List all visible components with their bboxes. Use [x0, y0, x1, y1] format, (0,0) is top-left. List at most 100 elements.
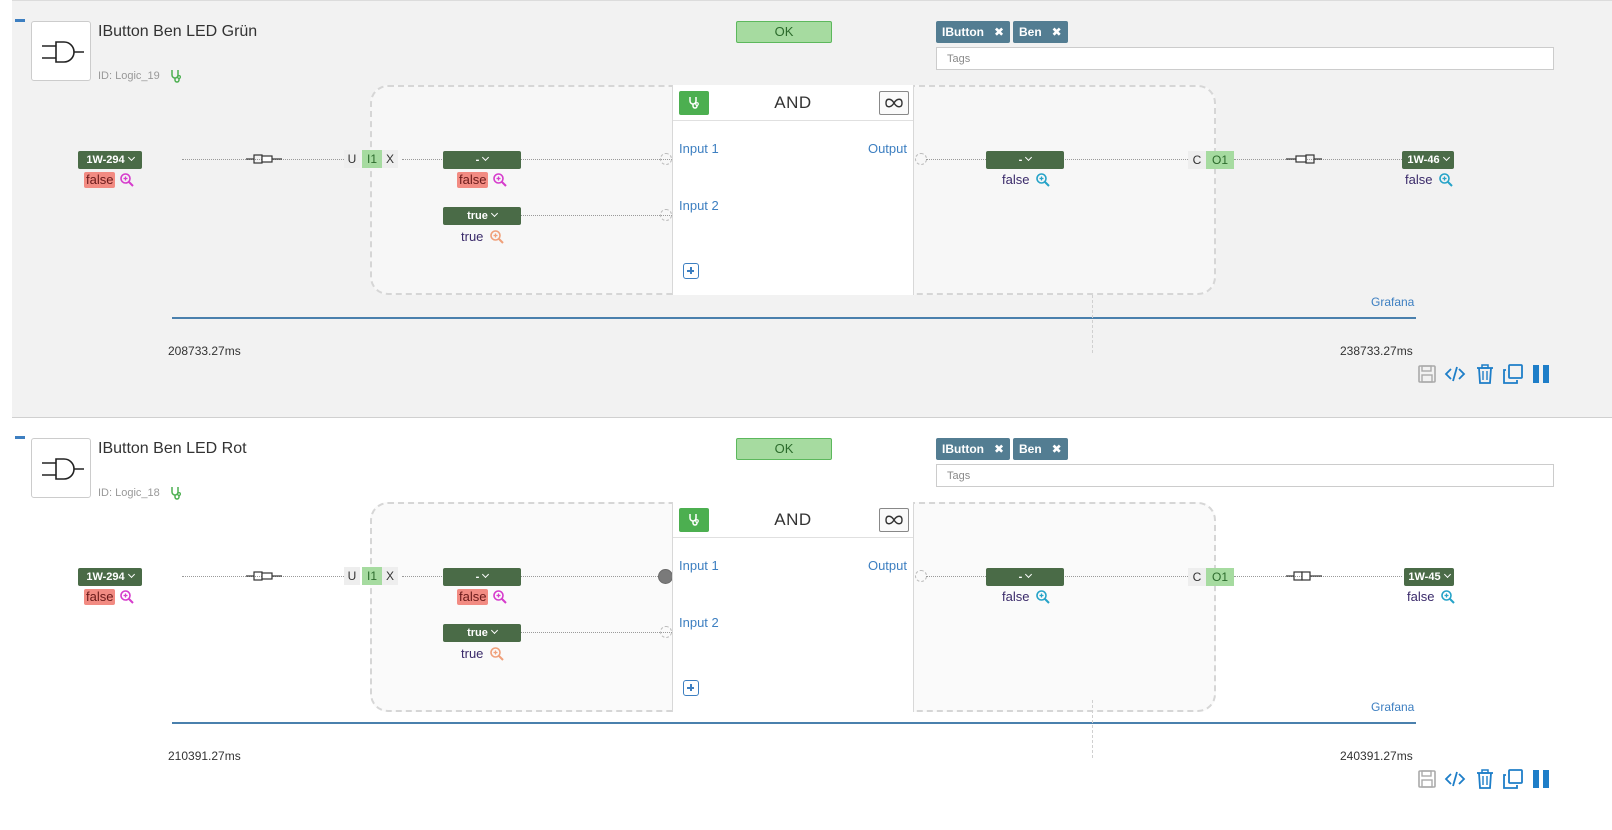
grafana-link[interactable]: Grafana	[1371, 295, 1414, 309]
logic-id-text: ID: Logic_19	[98, 69, 160, 82]
slot-o1[interactable]: O1	[1206, 151, 1234, 169]
function-header: AND	[673, 85, 913, 121]
magnifier-plus-icon[interactable]	[119, 172, 135, 188]
close-icon[interactable]: ✖	[1052, 442, 1062, 456]
tag-label: Ben	[1019, 25, 1042, 39]
chevron-down-icon	[490, 209, 498, 218]
pause-icon[interactable]	[1530, 363, 1552, 385]
logic-title: IButton Ben LED Grün	[98, 23, 258, 40]
magnifier-plus-icon[interactable]	[1035, 589, 1051, 605]
wire	[521, 215, 672, 216]
magnifier-plus-icon[interactable]	[492, 589, 508, 605]
timeline-marker	[1092, 295, 1093, 353]
output-dropdown[interactable]: -	[986, 151, 1064, 169]
input2-label: Input 2	[679, 615, 719, 630]
input1-label: Input 1	[679, 558, 719, 573]
input2-dropdown[interactable]: true	[443, 207, 521, 225]
magnifier-plus-icon[interactable]	[1438, 172, 1454, 188]
slot-x[interactable]: X	[382, 567, 398, 585]
trash-icon[interactable]	[1474, 768, 1496, 790]
output-value: false	[1002, 589, 1030, 604]
tag-pill: Ben ✖	[1013, 21, 1068, 43]
function-name: AND	[774, 510, 812, 529]
input2-connector[interactable]	[660, 626, 672, 638]
timeline-marker	[1092, 700, 1093, 758]
input2-dropdown[interactable]: true	[443, 624, 521, 642]
save-icon[interactable]	[1416, 363, 1438, 385]
time-end: 238733.27ms	[1340, 344, 1413, 358]
grafana-link[interactable]: Grafana	[1371, 700, 1414, 714]
infinity-button[interactable]	[879, 91, 909, 115]
tags-input[interactable]	[936, 47, 1554, 70]
magnifier-plus-icon[interactable]	[1440, 589, 1456, 605]
target-value: false	[1407, 589, 1435, 604]
magnifier-plus-icon[interactable]	[489, 229, 505, 245]
close-icon[interactable]: ✖	[1052, 25, 1062, 39]
code-icon[interactable]	[1444, 768, 1466, 790]
trash-icon[interactable]	[1474, 363, 1496, 385]
infinity-button[interactable]	[879, 508, 909, 532]
logic-id: ID: Logic_19	[98, 69, 183, 83]
output-dropdown[interactable]: -	[986, 568, 1064, 586]
magnifier-plus-icon[interactable]	[1035, 172, 1051, 188]
slot-c[interactable]: C	[1188, 151, 1206, 169]
source-dropdown[interactable]: 1W-294	[78, 151, 142, 169]
slot-o1[interactable]: O1	[1206, 568, 1234, 586]
stethoscope-icon[interactable]	[169, 486, 183, 500]
source-label: 1W-294	[86, 154, 125, 166]
input1-dropdown[interactable]: -	[443, 568, 521, 586]
slot-x[interactable]: X	[382, 150, 398, 168]
slot-c[interactable]: C	[1188, 568, 1206, 586]
input2-connector[interactable]	[660, 209, 672, 221]
magnifier-plus-icon[interactable]	[119, 589, 135, 605]
slot-i1[interactable]: I1	[362, 150, 382, 168]
target-value: false	[1405, 172, 1433, 187]
input1-connector[interactable]	[658, 569, 673, 584]
close-icon[interactable]: ✖	[994, 442, 1004, 456]
logic-title: IButton Ben LED Rot	[98, 440, 247, 457]
input2-value: true	[461, 646, 484, 661]
target-dropdown[interactable]: 1W-46	[1402, 151, 1454, 169]
slot-i1[interactable]: I1	[362, 567, 382, 585]
input1-connector[interactable]	[660, 153, 672, 165]
input1-dropdown[interactable]: -	[443, 151, 521, 169]
magnifier-plus-icon[interactable]	[492, 172, 508, 188]
source-dropdown[interactable]: 1W-294	[78, 568, 142, 586]
function-header: AND	[673, 502, 913, 538]
wire	[402, 576, 664, 577]
chevron-down-icon	[1025, 153, 1033, 162]
target-dropdown[interactable]: 1W-45	[1404, 568, 1454, 586]
tags-input[interactable]	[936, 464, 1554, 487]
tag-pill: IButton ✖	[936, 438, 1011, 460]
code-icon[interactable]	[1444, 363, 1466, 385]
stethoscope-icon[interactable]	[169, 69, 183, 83]
plus-square-icon[interactable]	[683, 263, 699, 279]
chevron-down-icon	[1443, 570, 1451, 579]
output-label: Output	[867, 141, 907, 156]
copy-icon[interactable]	[1502, 363, 1524, 385]
toolbar	[1416, 363, 1556, 385]
plus-square-icon[interactable]	[683, 680, 699, 696]
output-slots: C O1	[1188, 151, 1234, 169]
wire	[521, 632, 672, 633]
collapse-icon[interactable]	[15, 436, 25, 439]
magnifier-plus-icon[interactable]	[489, 646, 505, 662]
slot-u[interactable]: U	[344, 567, 360, 585]
save-icon[interactable]	[1416, 768, 1438, 790]
copy-icon[interactable]	[1502, 768, 1524, 790]
pause-icon[interactable]	[1530, 768, 1552, 790]
input2-label: Input 2	[679, 198, 719, 213]
slot-u[interactable]: U	[344, 150, 360, 168]
close-icon[interactable]: ✖	[994, 25, 1004, 39]
chevron-down-icon	[127, 153, 135, 162]
logic-card: IButton Ben LED Rot ID: Logic_18 OK IBut…	[12, 418, 1612, 830]
time-start: 208733.27ms	[168, 344, 241, 358]
plug-icon	[1286, 154, 1322, 164]
logic-id: ID: Logic_18	[98, 486, 183, 500]
chevron-down-icon	[127, 570, 135, 579]
tag-label: IButton	[942, 442, 984, 456]
infinity-icon	[885, 515, 903, 525]
function-name: AND	[774, 93, 812, 112]
time-end: 240391.27ms	[1340, 749, 1413, 763]
collapse-icon[interactable]	[15, 19, 25, 22]
